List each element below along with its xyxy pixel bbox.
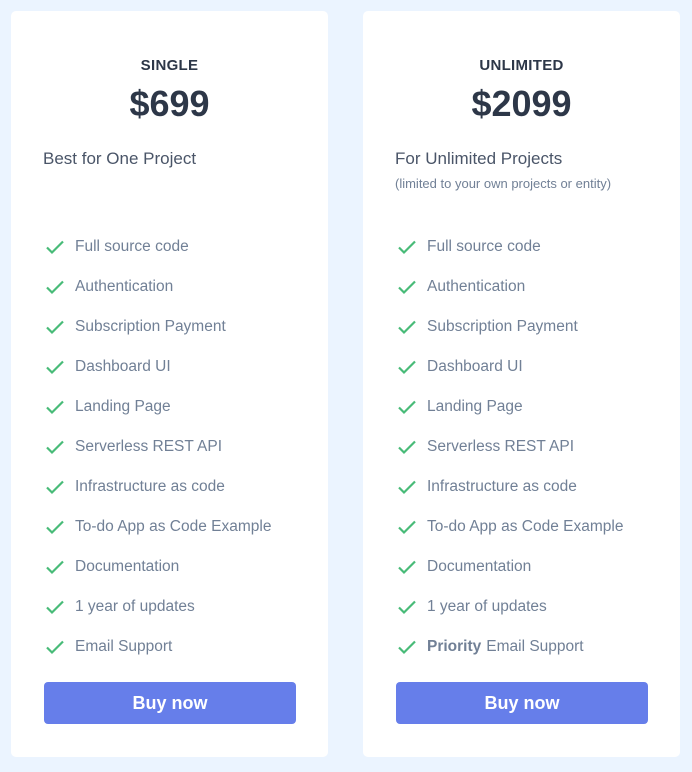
feature-label: Infrastructure as code xyxy=(427,478,577,495)
feature-label: Dashboard UI xyxy=(427,358,523,375)
feature-item: Documentation xyxy=(45,547,271,587)
feature-label: Email Support xyxy=(486,638,584,655)
feature-item: Authentication xyxy=(397,267,623,307)
feature-list: Full source code Authentication Subscripti… xyxy=(45,227,271,667)
feature-label: Serverless REST API xyxy=(427,438,575,455)
feature-item: Landing Page xyxy=(45,387,271,427)
feature-item: Dashboard UI xyxy=(45,347,271,387)
feature-item: Priority Email Support xyxy=(397,627,623,667)
check-icon xyxy=(397,639,417,655)
feature-emphasis: Priority xyxy=(427,638,482,655)
feature-label: Authentication xyxy=(75,278,174,295)
plan-price: $699 xyxy=(129,83,210,124)
feature-item: Full source code xyxy=(397,227,623,267)
buy-now-button[interactable]: Buy now xyxy=(44,682,296,724)
check-icon xyxy=(397,599,417,615)
check-icon xyxy=(397,279,417,295)
feature-label: 1 year of updates xyxy=(75,598,195,615)
feature-item: Infrastructure as code xyxy=(45,467,271,507)
check-icon xyxy=(397,359,417,375)
feature-item: Authentication xyxy=(45,267,271,307)
feature-item: 1 year of updates xyxy=(397,587,623,627)
feature-label: Full source code xyxy=(427,238,541,255)
feature-item: Serverless REST API xyxy=(397,427,623,467)
check-icon xyxy=(397,399,417,415)
feature-label: Landing Page xyxy=(427,398,523,415)
feature-label: Subscription Payment xyxy=(75,318,226,335)
check-icon xyxy=(45,359,65,375)
feature-label: Documentation xyxy=(75,558,180,575)
feature-item: 1 year of updates xyxy=(45,587,271,627)
check-icon xyxy=(45,519,65,535)
plan-price: $2099 xyxy=(471,83,572,124)
check-icon xyxy=(397,319,417,335)
check-icon xyxy=(397,239,417,255)
feature-item: To-do App as Code Example xyxy=(45,507,271,547)
pricing-card-unlimited: UNLIMITED $2099 For Unlimited Projects (… xyxy=(363,11,680,757)
check-icon xyxy=(45,319,65,335)
plan-note: (limited to your own projects or entity) xyxy=(395,176,612,191)
check-icon xyxy=(45,559,65,575)
check-icon xyxy=(45,599,65,615)
check-icon xyxy=(45,479,65,495)
feature-label: 1 year of updates xyxy=(427,598,547,615)
feature-label: Authentication xyxy=(427,278,526,295)
feature-item: To-do App as Code Example xyxy=(397,507,623,547)
feature-item: Dashboard UI xyxy=(397,347,623,387)
feature-list: Full source code Authentication Subscripti… xyxy=(397,227,623,667)
feature-item: Serverless REST API xyxy=(45,427,271,467)
plan-tagline: For Unlimited Projects xyxy=(395,149,563,168)
check-icon xyxy=(45,399,65,415)
check-icon xyxy=(397,559,417,575)
feature-label: Serverless REST API xyxy=(75,438,223,455)
feature-label: Email Support xyxy=(75,638,173,655)
buy-now-button[interactable]: Buy now xyxy=(396,682,648,724)
feature-label: Subscription Payment xyxy=(427,318,578,335)
feature-item: Landing Page xyxy=(397,387,623,427)
check-icon xyxy=(45,439,65,455)
feature-label: To-do App as Code Example xyxy=(75,518,272,535)
check-icon xyxy=(397,519,417,535)
check-icon xyxy=(397,439,417,455)
feature-label: Landing Page xyxy=(75,398,171,415)
check-icon xyxy=(45,239,65,255)
check-icon xyxy=(397,479,417,495)
feature-label: Full source code xyxy=(75,238,189,255)
plan-name: SINGLE xyxy=(140,57,199,74)
pricing-card-single: SINGLE $699 Best for One Project Full so… xyxy=(11,11,328,757)
feature-item: Email Support xyxy=(45,627,271,667)
plan-name: UNLIMITED xyxy=(479,57,564,74)
check-icon xyxy=(45,639,65,655)
feature-label: Infrastructure as code xyxy=(75,478,225,495)
feature-item: Documentation xyxy=(397,547,623,587)
feature-label: To-do App as Code Example xyxy=(427,518,624,535)
feature-item: Full source code xyxy=(45,227,271,267)
feature-label: Documentation xyxy=(427,558,532,575)
feature-item: Infrastructure as code xyxy=(397,467,623,507)
check-icon xyxy=(45,279,65,295)
feature-item: Subscription Payment xyxy=(45,307,271,347)
feature-item: Subscription Payment xyxy=(397,307,623,347)
feature-label: Dashboard UI xyxy=(75,358,171,375)
plan-tagline: Best for One Project xyxy=(43,149,197,168)
